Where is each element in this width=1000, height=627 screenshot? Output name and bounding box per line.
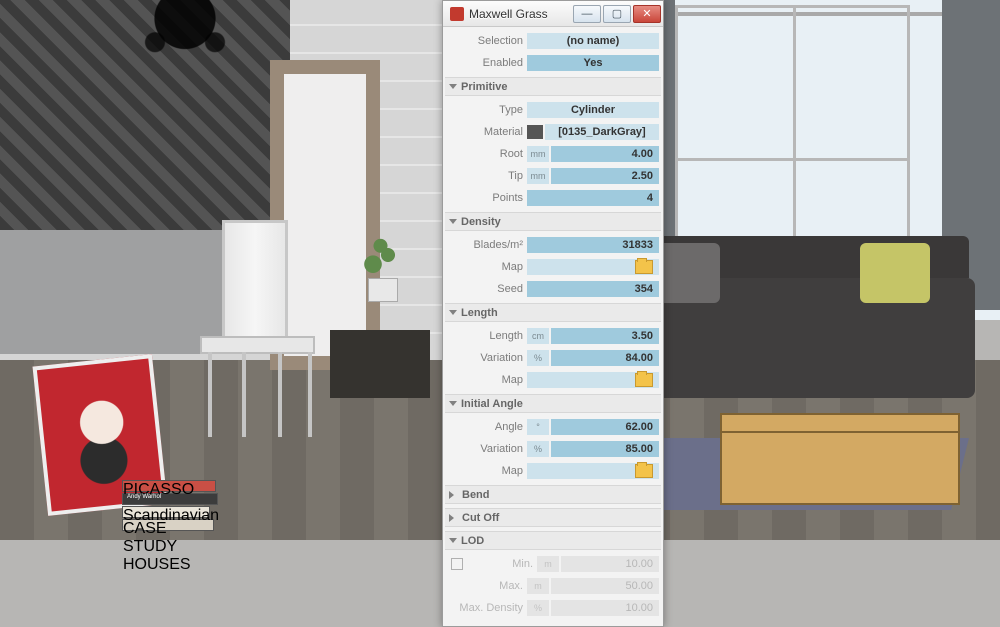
chandelier-icon (110, 0, 260, 85)
section-length[interactable]: Length (445, 303, 661, 322)
disclosure-triangle-icon (449, 514, 458, 522)
section-title: Length (461, 307, 498, 319)
tip-label: Tip (447, 170, 527, 182)
titlebar[interactable]: Maxwell Grass — ▢ ✕ (443, 1, 663, 27)
section-title: LOD (461, 535, 484, 547)
disclosure-triangle-icon (449, 401, 457, 406)
unit-badge: % (527, 441, 549, 457)
app-icon (450, 7, 464, 21)
sofa (620, 278, 975, 398)
disclosure-triangle-icon (449, 84, 457, 89)
seed-label: Seed (447, 283, 527, 295)
section-title: Bend (462, 489, 490, 501)
folder-icon[interactable] (635, 373, 653, 387)
root-value[interactable]: 4.00 (551, 146, 659, 162)
blades-label: Blades/m² (447, 239, 527, 251)
disclosure-triangle-icon (449, 219, 457, 224)
book: PICASSO (122, 480, 216, 492)
dialog-body: Selection (no name) Enabled Yes Primitiv… (443, 27, 663, 626)
map-label: Map (447, 374, 527, 386)
section-title: Cut Off (462, 512, 499, 524)
maximize-button[interactable]: ▢ (603, 5, 631, 23)
section-lod[interactable]: LOD (445, 531, 661, 550)
disclosure-triangle-icon (449, 491, 458, 499)
blades-value[interactable]: 31833 (527, 237, 659, 253)
angle-value[interactable]: 62.00 (551, 419, 659, 435)
lod-min-value: 10.00 (561, 556, 659, 572)
lod-max-label: Max. (447, 580, 527, 592)
ottoman (330, 330, 430, 398)
section-title: Primitive (461, 81, 507, 93)
seed-value[interactable]: 354 (527, 281, 659, 297)
angle-variation-value[interactable]: 85.00 (551, 441, 659, 457)
map-label: Map (447, 465, 527, 477)
section-bend[interactable]: Bend (445, 485, 661, 504)
material-value[interactable]: [0135_DarkGray] (545, 124, 659, 140)
section-cutoff[interactable]: Cut Off (445, 508, 661, 527)
points-value[interactable]: 4 (527, 190, 659, 206)
coffee-table (720, 413, 960, 505)
unit-badge: cm (527, 328, 549, 344)
type-value[interactable]: Cylinder (527, 102, 659, 118)
lod-max-value: 50.00 (551, 578, 659, 594)
selection-value[interactable]: (no name) (527, 33, 659, 49)
maxwell-grass-dialog: Maxwell Grass — ▢ ✕ Selection (no name) … (442, 0, 664, 627)
unit-badge: mm (527, 146, 549, 162)
pillow (860, 243, 930, 303)
length-variation-value[interactable]: 84.00 (551, 350, 659, 366)
lod-maxdensity-label: Max. Density (447, 602, 527, 614)
map-field[interactable] (527, 372, 659, 388)
enabled-value[interactable]: Yes (527, 55, 659, 71)
plant (358, 232, 408, 302)
unit-badge: ° (527, 419, 549, 435)
unit-badge: mm (527, 168, 549, 184)
material-label: Material (447, 126, 527, 138)
root-label: Root (447, 148, 527, 160)
folder-icon[interactable] (635, 260, 653, 274)
lod-min-label: Min. (473, 558, 537, 570)
unit-badge: m (527, 578, 549, 594)
lod-maxdensity-value: 10.00 (551, 600, 659, 616)
material-swatch-icon[interactable] (527, 125, 543, 139)
chair (180, 220, 330, 440)
points-label: Points (447, 192, 527, 204)
unit-badge: % (527, 600, 549, 616)
map-field[interactable] (527, 259, 659, 275)
unit-badge: m (537, 556, 559, 572)
enabled-label: Enabled (447, 57, 527, 69)
tip-value[interactable]: 2.50 (551, 168, 659, 184)
lod-enable-checkbox[interactable] (451, 558, 463, 570)
disclosure-triangle-icon (449, 538, 457, 543)
map-field[interactable] (527, 463, 659, 479)
folder-icon[interactable] (635, 464, 653, 478)
section-initial-angle[interactable]: Initial Angle (445, 394, 661, 413)
section-primitive[interactable]: Primitive (445, 77, 661, 96)
minimize-button[interactable]: — (573, 5, 601, 23)
book-stack: PICASSO Andy Warhol Scandinavian CASE ST… (122, 480, 218, 532)
book: Scandinavian (122, 506, 210, 518)
close-button[interactable]: ✕ (633, 5, 661, 23)
section-density[interactable]: Density (445, 212, 661, 231)
section-title: Initial Angle (461, 398, 523, 410)
dialog-title: Maxwell Grass (469, 7, 573, 21)
selection-label: Selection (447, 35, 527, 47)
length-label: Length (447, 330, 527, 342)
length-variation-label: Variation (447, 352, 527, 364)
unit-badge: % (527, 350, 549, 366)
angle-variation-label: Variation (447, 443, 527, 455)
type-label: Type (447, 104, 527, 116)
length-value[interactable]: 3.50 (551, 328, 659, 344)
angle-label: Angle (447, 421, 527, 433)
section-title: Density (461, 216, 501, 228)
disclosure-triangle-icon (449, 310, 457, 315)
map-label: Map (447, 261, 527, 273)
